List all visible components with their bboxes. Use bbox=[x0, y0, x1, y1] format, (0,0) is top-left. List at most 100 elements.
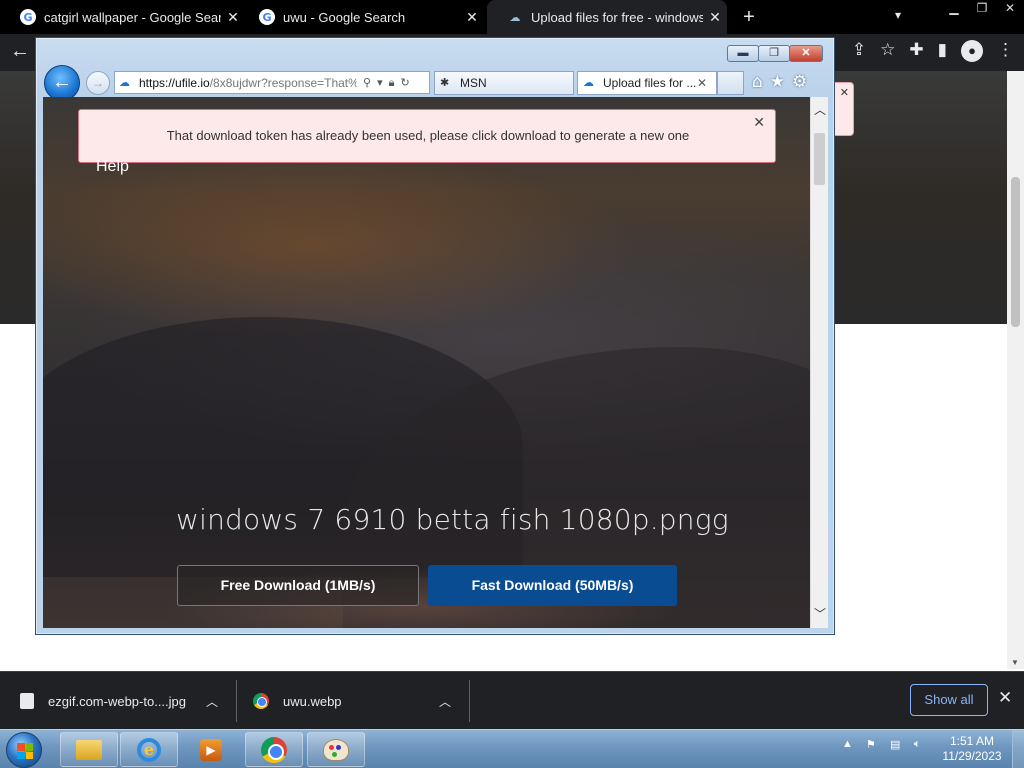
extensions-icon[interactable]: ✚ bbox=[909, 40, 923, 62]
volume-muted-icon[interactable]: 🔈︎ bbox=[914, 738, 928, 752]
internet-explorer-icon: e bbox=[137, 737, 161, 762]
download-item-ezgif[interactable]: ezgif.com-webp-to....jpg ︿ bbox=[20, 678, 230, 724]
chrome-tab-catgirl[interactable]: G catgirl wallpaper - Google Search ✕ bbox=[0, 0, 245, 34]
media-player-icon: ▶ bbox=[200, 738, 222, 761]
help-link[interactable]: Help bbox=[96, 158, 129, 176]
search-icon[interactable]: ⚲ bbox=[363, 76, 371, 90]
chevron-up-icon[interactable]: ︿ bbox=[439, 693, 451, 710]
close-shelf-icon[interactable]: ✕ bbox=[998, 688, 1012, 708]
close-icon[interactable]: ✕ bbox=[789, 45, 823, 62]
chrome-tab-strip: G catgirl wallpaper - Google Search ✕ G … bbox=[0, 0, 1024, 34]
tab-title: catgirl wallpaper - Google Search bbox=[44, 9, 221, 25]
show-all-button[interactable]: Show all bbox=[910, 684, 988, 716]
taskbar: e ▶ ▲ ⚑ ▤ 🔈︎ 1:51 AM 11/29/2023 bbox=[0, 729, 1024, 768]
show-hidden-icons-icon[interactable]: ▲ bbox=[842, 738, 856, 752]
chrome-icon bbox=[253, 693, 269, 709]
ie-scrollbar[interactable]: ︿ ﹀ bbox=[810, 97, 828, 628]
msn-icon: ✱ bbox=[440, 76, 450, 89]
minimize-icon[interactable]: ▬ bbox=[727, 45, 759, 62]
ie-window: ▬ ❐ ✕ ← → ☁ https://ufile.io/8x8ujdwr?re… bbox=[35, 37, 835, 635]
address-bar[interactable]: ☁ https://ufile.io/8x8ujdwr?response=Tha… bbox=[114, 71, 430, 94]
ufile-icon: ☁ bbox=[509, 10, 521, 24]
action-center-flag-icon[interactable]: ⚑ bbox=[866, 738, 880, 752]
home-icon[interactable]: ⌂ bbox=[752, 72, 763, 92]
close-icon[interactable]: ✕ bbox=[996, 0, 1024, 18]
taskbar-paint[interactable] bbox=[307, 732, 365, 767]
close-tab-icon[interactable]: ✕ bbox=[697, 76, 707, 90]
back-arrow-icon[interactable]: ← bbox=[10, 40, 30, 63]
settings-gear-icon[interactable]: ⚙ bbox=[792, 72, 807, 92]
chrome-scrollbar[interactable]: ▼ bbox=[1007, 71, 1024, 669]
file-name-title: windows 7 6910 betta fish 1080p.pngg bbox=[176, 503, 729, 536]
chrome-icon bbox=[261, 736, 287, 763]
free-download-button[interactable]: Free Download (1MB/s) bbox=[177, 565, 419, 606]
image-file-icon bbox=[20, 693, 34, 709]
ie-command-icons: ⌂ ★ ⚙ bbox=[752, 72, 807, 92]
close-tab-icon[interactable]: ✕ bbox=[460, 9, 484, 26]
url-path: /8x8ujdwr?response=That% bbox=[209, 75, 357, 90]
google-icon: G bbox=[20, 9, 36, 25]
window-controls: ▁ ❐ ✕ bbox=[940, 0, 1024, 18]
url-text[interactable]: https://ufile.io/8x8ujdwr?response=That% bbox=[139, 76, 357, 90]
ie-tab-upload[interactable]: ☁ Upload files for ... ✕ bbox=[577, 71, 717, 95]
taskbar-explorer[interactable] bbox=[60, 732, 118, 767]
show-desktop-button[interactable] bbox=[1012, 730, 1024, 768]
download-shelf: ezgif.com-webp-to....jpg ︿ uwu.webp ︿ Sh… bbox=[0, 671, 1024, 729]
system-tray: ▲ ⚑ ▤ 🔈︎ bbox=[842, 738, 928, 752]
taskbar-ie[interactable]: e bbox=[120, 732, 178, 767]
dropdown-icon[interactable]: ▾ bbox=[377, 76, 383, 90]
scroll-thumb[interactable] bbox=[814, 133, 825, 185]
share-icon[interactable]: ⇪ bbox=[852, 40, 866, 62]
tab-title: Upload files for free - windows 7 bbox=[531, 9, 703, 25]
bookmark-star-icon[interactable]: ☆ bbox=[880, 40, 895, 62]
profile-avatar-icon[interactable]: ● bbox=[961, 40, 983, 62]
chrome-alert-edge: ✕ bbox=[834, 82, 854, 136]
toolbar-icons: ⇪ ☆ ✚ ▮ ● ⋮ bbox=[852, 40, 1014, 62]
ie-window-controls: ▬ ❐ ✕ bbox=[727, 45, 823, 62]
chevron-up-icon[interactable]: ︿ bbox=[206, 693, 218, 710]
scroll-down-icon[interactable]: ▼ bbox=[1011, 658, 1019, 667]
lock-icon[interactable]: 🔒︎ bbox=[389, 76, 395, 90]
tab-title: MSN bbox=[460, 76, 487, 90]
divider bbox=[236, 680, 237, 722]
divider bbox=[469, 680, 470, 722]
refresh-icon[interactable]: ↻ bbox=[400, 76, 409, 90]
chrome-tab-uwu[interactable]: G uwu - Google Search ✕ bbox=[239, 0, 484, 34]
clock[interactable]: 1:51 AM 11/29/2023 bbox=[938, 734, 1006, 764]
network-icon[interactable]: ▤ bbox=[890, 738, 904, 752]
chrome-tab-upload[interactable]: ☁ Upload files for free - windows 7 ✕ bbox=[487, 0, 727, 34]
favorites-star-icon[interactable]: ★ bbox=[770, 72, 785, 92]
tab-title: uwu - Google Search bbox=[283, 9, 406, 25]
restore-icon[interactable]: ❐ bbox=[968, 0, 996, 18]
new-tab-button[interactable]: + bbox=[737, 5, 761, 29]
folder-icon bbox=[76, 739, 102, 760]
restore-icon[interactable]: ❐ bbox=[758, 45, 790, 62]
download-filename: ezgif.com-webp-to....jpg bbox=[48, 693, 187, 709]
page-content: That download token has already been use… bbox=[43, 97, 810, 628]
taskbar-chrome[interactable] bbox=[245, 732, 303, 767]
fast-download-button[interactable]: Fast Download (50MB/s) bbox=[428, 565, 677, 606]
close-tab-icon[interactable]: ✕ bbox=[703, 9, 727, 26]
download-item-uwu[interactable]: uwu.webp ︿ bbox=[253, 678, 463, 724]
scroll-thumb[interactable] bbox=[1011, 177, 1020, 327]
clock-time: 1:51 AM bbox=[949, 734, 995, 748]
google-icon: G bbox=[259, 9, 275, 25]
tab-search-icon[interactable]: ▾ bbox=[895, 8, 901, 22]
new-tab-button[interactable] bbox=[717, 71, 744, 95]
tab-title: Upload files for ... bbox=[603, 76, 697, 90]
close-alert-icon[interactable]: ✕ bbox=[753, 114, 765, 131]
scroll-up-icon[interactable]: ︿ bbox=[814, 101, 826, 118]
back-arrow-icon[interactable]: ← bbox=[44, 65, 80, 101]
side-panel-icon[interactable]: ▮ bbox=[938, 40, 947, 62]
error-alert: That download token has already been use… bbox=[78, 109, 776, 163]
address-tools: ⚲ ▾ 🔒︎ ↻ bbox=[363, 76, 410, 90]
alert-message: That download token has already been use… bbox=[166, 128, 690, 143]
forward-arrow-icon[interactable]: → bbox=[86, 71, 110, 95]
ie-tab-msn[interactable]: ✱ MSN bbox=[434, 71, 574, 95]
minimize-icon[interactable]: ▁ bbox=[940, 0, 968, 18]
close-icon[interactable]: ✕ bbox=[840, 86, 849, 99]
scroll-down-icon[interactable]: ﹀ bbox=[814, 605, 826, 622]
menu-icon[interactable]: ⋮ bbox=[997, 40, 1014, 62]
taskbar-media-player[interactable]: ▶ bbox=[182, 732, 240, 767]
start-button[interactable] bbox=[6, 732, 42, 768]
